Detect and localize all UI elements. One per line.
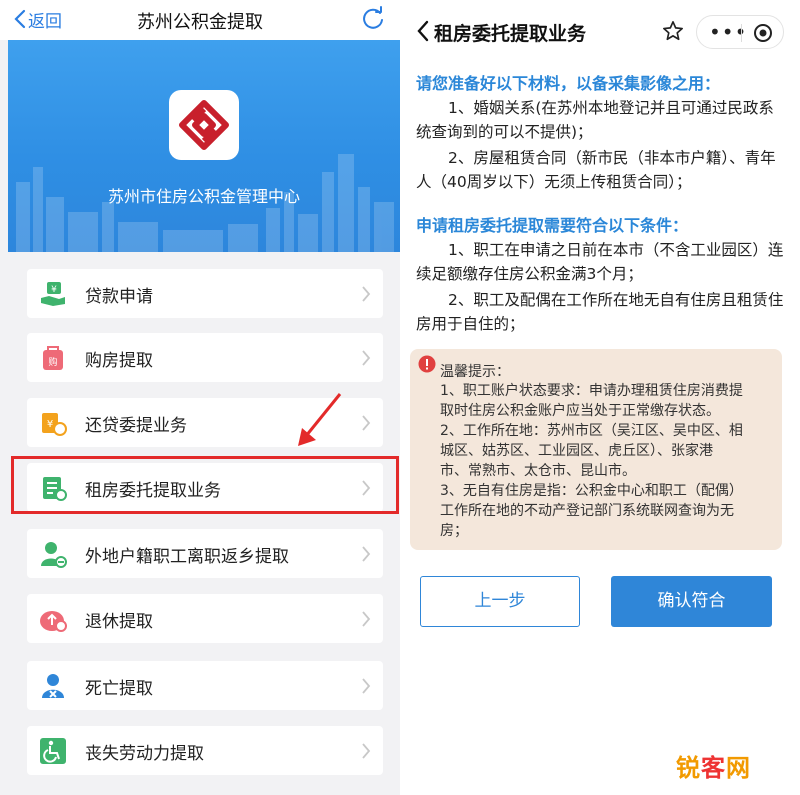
watermark-logo: 锐客网 <box>676 748 751 783</box>
loan-icon: ¥ <box>41 282 65 306</box>
menu-item-disability[interactable]: 丧失劳动力提取 <box>27 726 383 775</box>
chevron-right-icon <box>362 286 371 302</box>
nav-bar: 返回 苏州公积金提取 <box>0 0 400 40</box>
person-leave-icon <box>41 542 67 568</box>
previous-step-button[interactable]: 上一步 <box>420 576 580 627</box>
notice-line: 2、工作所在地：苏州市区（吴江区、吴中区、相 <box>440 423 743 439</box>
menu-label: 外地户籍职工离职返乡提取 <box>85 547 289 567</box>
materials-item-1: 1、婚姻关系(在苏州本地登记并且可通过民政系统查询到的可以不提供)； <box>416 99 774 141</box>
watermark-char: 锐 <box>676 754 701 782</box>
materials-heading: 请您准备好以下材料，以备采集影像之用： <box>416 74 721 93</box>
menu-label: 购房提取 <box>85 351 153 371</box>
conditions-item-1: 1、职工在申请之日前在本市（不含工业园区）连续足额缴存住房公积金满3个月； <box>416 241 784 283</box>
menu-label: 死亡提取 <box>85 679 153 699</box>
house-purchase-icon: 购 <box>43 346 63 370</box>
repayment-icon: ¥ <box>42 413 67 436</box>
materials-item-2: 2、房屋租赁合同（新市民（非本市户籍）、青年人（40周岁以下）无须上传租赁合同）… <box>416 149 776 191</box>
notice-line: 房； <box>440 523 468 539</box>
close-target-icon[interactable] <box>753 23 773 43</box>
chevron-left-icon[interactable] <box>416 20 430 42</box>
menu-label: 贷款申请 <box>85 287 153 307</box>
notice-line: 市、常熟市、太仓市、昆山市。 <box>440 463 636 479</box>
notice-line: 1、职工账户状态要求：申请办理租赁住房消费提 <box>440 383 743 399</box>
menu-item-leave-hometown[interactable]: 外地户籍职工离职返乡提取 <box>27 529 383 578</box>
watermark-char: 网 <box>726 754 751 782</box>
chevron-right-icon <box>362 611 371 627</box>
menu-item-retire[interactable]: 退休提取 <box>27 594 383 643</box>
page-title: 苏州公积金提取 <box>137 12 263 33</box>
notice-box: 温馨提示： 1、职工账户状态要求：申请办理租赁住房消费提 取时住房公积金账户应当… <box>410 349 782 550</box>
notice-line: 城区、姑苏区、工业园区、虎丘区）、张家港 <box>440 443 713 459</box>
svg-text:¥: ¥ <box>51 285 57 295</box>
chevron-right-icon <box>362 743 371 759</box>
menu-label: 还贷委提业务 <box>85 416 187 436</box>
wheelchair-icon <box>40 738 66 764</box>
notice-line: 3、无自有住房是指：公积金中心和职工（配偶） <box>440 483 743 499</box>
conditions-item-2: 2、职工及配偶在工作所在地无自有住房且租赁住房用于自住的； <box>416 291 784 333</box>
confirm-eligible-button[interactable]: 确认符合 <box>611 576 772 627</box>
banner-title: 苏州市住房公积金管理中心 <box>107 187 300 206</box>
menu-label: 丧失劳动力提取 <box>85 744 204 764</box>
person-death-icon <box>42 674 64 698</box>
highlight-box <box>11 456 399 514</box>
logo-icon <box>179 100 229 150</box>
left-panel: 返回 苏州公积金提取 苏州市住房公积金管理中心 ¥ 贷款申请 购 购房提取 ¥ … <box>0 0 400 795</box>
menu-label: 退休提取 <box>85 612 153 632</box>
capsule-menu: ••• <box>696 15 784 49</box>
notice-line: 工作所在地的不动产登记部门系统联网查询为无 <box>440 503 734 519</box>
menu-item-house-purchase[interactable]: 购 购房提取 <box>27 333 383 382</box>
chevron-right-icon <box>362 350 371 366</box>
warning-icon <box>418 355 436 373</box>
watermark-char: 客 <box>701 754 726 782</box>
star-icon[interactable] <box>662 20 684 42</box>
chevron-right-icon <box>362 678 371 694</box>
notice-title: 温馨提示： <box>440 364 510 380</box>
housing-fund-logo <box>169 90 239 160</box>
menu-item-loan[interactable]: ¥ 贷款申请 <box>27 269 383 318</box>
red-arrow-icon <box>298 393 342 446</box>
refresh-icon[interactable] <box>360 6 386 32</box>
svg-text:购: 购 <box>48 356 57 368</box>
banner: 苏州市住房公积金管理中心 <box>8 40 400 252</box>
capsule-divider <box>741 24 742 42</box>
chevron-right-icon <box>362 415 371 431</box>
svg-text:¥: ¥ <box>47 419 53 430</box>
notice-line: 取时住房公积金账户应当处于正常缴存状态。 <box>440 403 720 419</box>
menu-item-death[interactable]: 死亡提取 <box>27 661 383 710</box>
chevron-right-icon <box>362 546 371 562</box>
conditions-heading: 申请租房委托提取需要符合以下条件： <box>416 216 689 235</box>
retire-icon <box>40 611 67 632</box>
page-title: 租房委托提取业务 <box>434 23 587 45</box>
